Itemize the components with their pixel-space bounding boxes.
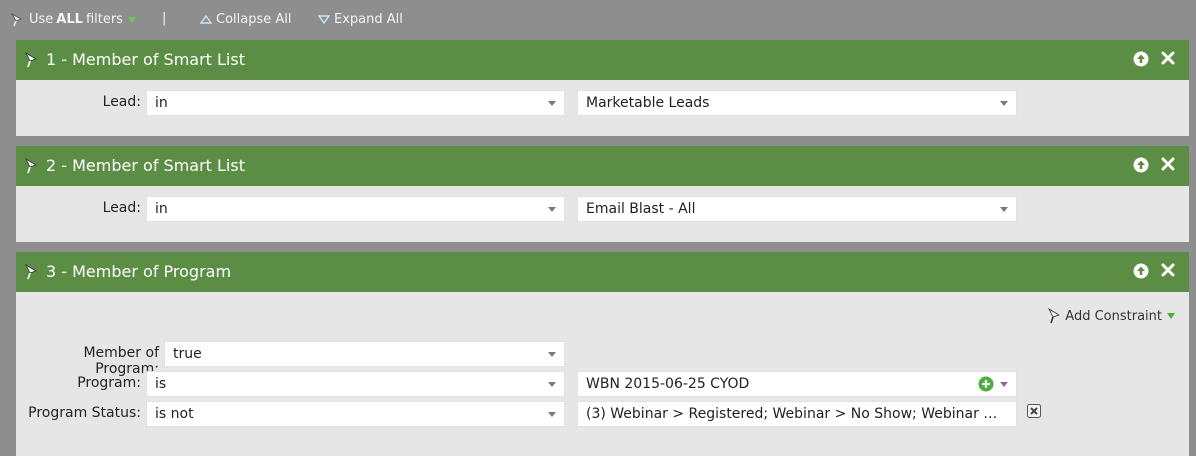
member-of-program-value: true bbox=[173, 346, 202, 362]
drag-handle-icon[interactable] bbox=[25, 264, 39, 280]
add-constraint-icon bbox=[1048, 308, 1062, 324]
smart-list-value: Email Blast - All bbox=[586, 201, 696, 217]
filter-panel-1: 1 - Member of Smart List Lead: in Market… bbox=[16, 40, 1189, 136]
filter-title: 3 - Member of Program bbox=[46, 262, 232, 281]
program-status-label: Program Status: bbox=[28, 405, 141, 421]
constraint-row-member: Member of Program: true bbox=[16, 341, 1189, 377]
smart-list-select[interactable]: Marketable Leads bbox=[577, 90, 1017, 116]
filter-panel-2: 2 - Member of Smart List Lead: in Email … bbox=[16, 146, 1189, 242]
constraint-row-program-status: Program Status: is not (3) Webinar > Reg… bbox=[16, 401, 1189, 427]
add-constraint-label: Add Constraint bbox=[1065, 308, 1162, 324]
filter-panel-3: 3 - Member of Program Add Constraint Mem… bbox=[16, 252, 1189, 456]
program-label: Program: bbox=[77, 375, 141, 391]
filter-row: Lead: in Email Blast - All bbox=[16, 196, 1189, 222]
program-status-operator-select[interactable]: is not bbox=[146, 401, 565, 427]
use-all-filters-menu[interactable]: Use ALL filters bbox=[11, 12, 136, 27]
filter-funnel-icon bbox=[11, 12, 25, 27]
move-up-icon[interactable] bbox=[1133, 51, 1149, 67]
filter-title: 2 - Member of Smart List bbox=[46, 156, 245, 175]
collapse-all-button[interactable]: Collapse All bbox=[200, 12, 292, 27]
chevron-down-icon bbox=[1000, 207, 1008, 212]
expand-all-label: Expand All bbox=[334, 12, 403, 27]
filter-header-2: 2 - Member of Smart List bbox=[16, 146, 1189, 186]
collapse-all-label: Collapse All bbox=[216, 12, 292, 27]
operator-value: in bbox=[155, 95, 168, 111]
filter-row: Lead: in Marketable Leads bbox=[16, 90, 1189, 116]
collapse-triangle-icon bbox=[200, 15, 212, 24]
operator-value: in bbox=[155, 201, 168, 217]
close-icon[interactable] bbox=[1161, 51, 1175, 65]
filter-title: 1 - Member of Smart List bbox=[46, 50, 245, 69]
smart-list-select[interactable]: Email Blast - All bbox=[577, 196, 1017, 222]
lead-label: Lead: bbox=[102, 94, 141, 110]
expand-all-button[interactable]: Expand All bbox=[318, 12, 403, 27]
smart-list-value: Marketable Leads bbox=[586, 95, 710, 111]
program-status-select[interactable]: (3) Webinar > Registered; Webinar > No S… bbox=[577, 401, 1017, 427]
program-value: WBN 2015-06-25 CYOD bbox=[586, 376, 750, 392]
chevron-down-icon bbox=[1000, 101, 1008, 106]
program-operator-value: is bbox=[155, 376, 167, 392]
use-all-bold: ALL bbox=[56, 12, 83, 27]
program-select[interactable]: WBN 2015-06-25 CYOD bbox=[577, 371, 1017, 397]
move-up-icon[interactable] bbox=[1133, 263, 1149, 279]
chevron-down-icon bbox=[548, 382, 556, 387]
use-all-suffix: filters bbox=[85, 12, 123, 27]
filter-header-1: 1 - Member of Smart List bbox=[16, 40, 1189, 80]
use-all-prefix: Use bbox=[29, 12, 54, 27]
chevron-down-icon bbox=[548, 412, 556, 417]
operator-select[interactable]: in bbox=[146, 90, 565, 116]
drag-handle-icon[interactable] bbox=[25, 158, 39, 174]
move-up-icon[interactable] bbox=[1133, 157, 1149, 173]
operator-select[interactable]: in bbox=[146, 196, 565, 222]
drag-handle-icon[interactable] bbox=[25, 52, 39, 68]
add-plus-icon[interactable] bbox=[978, 376, 994, 392]
chevron-down-icon bbox=[548, 101, 556, 106]
add-constraint-button[interactable]: Add Constraint bbox=[1048, 308, 1175, 324]
expand-triangle-icon bbox=[318, 15, 330, 24]
dropdown-caret-icon bbox=[1167, 313, 1175, 319]
chevron-down-icon bbox=[1000, 382, 1008, 387]
close-icon[interactable] bbox=[1161, 157, 1175, 171]
constraint-row-program: Program: is WBN 2015-06-25 CYOD bbox=[16, 371, 1189, 397]
member-of-program-select[interactable]: true bbox=[164, 341, 565, 367]
toolbar-separator: | bbox=[162, 11, 167, 26]
chevron-down-icon bbox=[548, 352, 556, 357]
program-status-operator-value: is not bbox=[155, 406, 194, 422]
filter-toolbar: Use ALL filters | Collapse All Expand Al… bbox=[0, 0, 1196, 40]
close-icon[interactable] bbox=[1161, 263, 1175, 277]
program-status-value: (3) Webinar > Registered; Webinar > No S… bbox=[586, 406, 1008, 422]
chevron-down-icon bbox=[548, 207, 556, 212]
program-operator-select[interactable]: is bbox=[146, 371, 565, 397]
dropdown-caret-icon bbox=[127, 16, 136, 23]
filter-header-3: 3 - Member of Program bbox=[16, 252, 1189, 292]
lead-label: Lead: bbox=[102, 200, 141, 216]
remove-constraint-icon[interactable] bbox=[1027, 404, 1041, 418]
